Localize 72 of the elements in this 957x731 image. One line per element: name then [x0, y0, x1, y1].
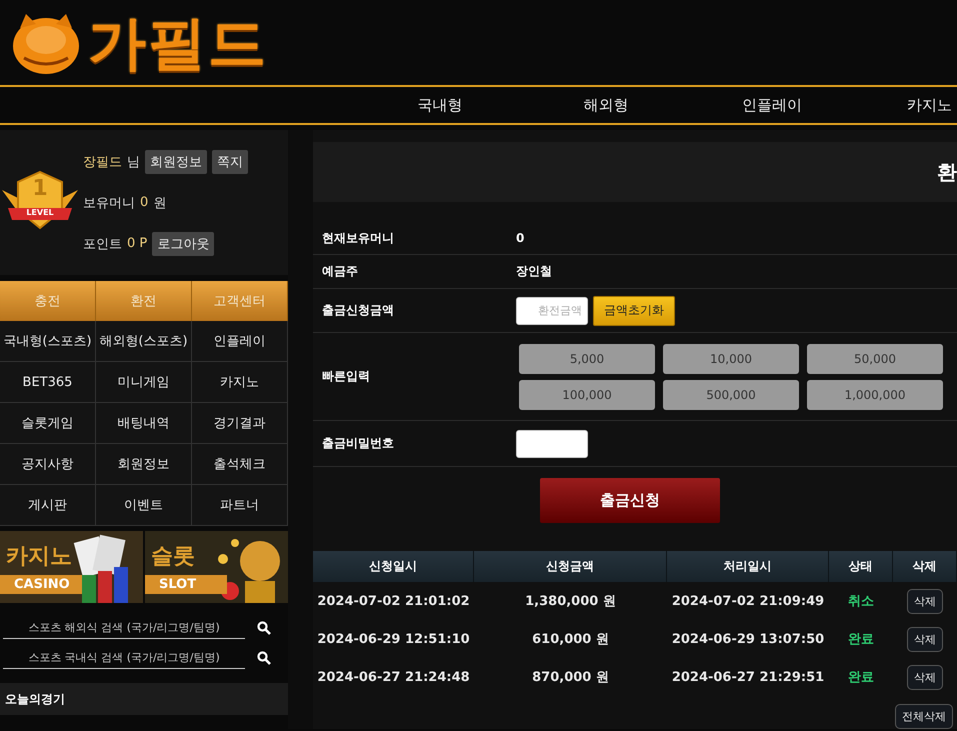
point-value: 0 P	[127, 236, 148, 251]
money-label: 보유머니	[83, 194, 135, 212]
menu-item[interactable]: 슬롯게임	[0, 403, 96, 444]
banner-title[interactable]: 슬롯	[151, 541, 195, 571]
delete-button[interactable]: 삭제	[907, 626, 943, 652]
search-icon[interactable]	[257, 651, 271, 665]
status-text: 취소	[847, 593, 875, 610]
table-cell-text: 2024-06-29 13:07:50	[670, 632, 826, 646]
delete-button[interactable]: 삭제	[907, 664, 943, 690]
field-label: 현재보유머니	[321, 230, 395, 246]
column-header: 신청금액	[474, 551, 667, 582]
submit-button[interactable]: 출금신청	[540, 478, 720, 523]
nav-item[interactable]: 인플레이	[689, 96, 855, 114]
field-value: 장인철	[516, 263, 552, 280]
table-cell-text: 2024-06-27 21:24:48	[316, 670, 471, 684]
status-text: 완료	[847, 669, 875, 686]
field-label: 예금주	[321, 263, 359, 280]
menu-item[interactable]: 해외형(스포츠)	[96, 321, 192, 362]
money-value: 0	[140, 195, 148, 210]
logout-button[interactable]: 로그아웃	[152, 232, 214, 256]
search-icon[interactable]	[257, 621, 271, 635]
quick-amount-button[interactable]: 10,000	[663, 344, 799, 374]
password-field[interactable]	[516, 430, 588, 458]
quick-amount-button[interactable]: 100,000	[519, 380, 655, 410]
menu-item[interactable]: 미니게임	[96, 362, 192, 403]
column-header: 상태	[829, 551, 893, 582]
logo[interactable]: 가필드	[88, 14, 268, 72]
menu-item[interactable]: 이벤트	[96, 485, 192, 526]
menu-item[interactable]: 공지사항	[0, 444, 96, 485]
banner-title[interactable]: 카지노	[6, 541, 72, 571]
menu-item[interactable]: 배팅내역	[96, 403, 192, 444]
page-title: 환	[937, 158, 957, 186]
table-cell-text: 1,380,000 원	[524, 593, 617, 610]
column-header: 신청일시	[313, 551, 474, 582]
table-cell-text: 870,000 원	[531, 669, 610, 686]
reset-amount-button[interactable]: 금액초기화	[593, 296, 675, 326]
nav-item[interactable]: 카지노	[907, 96, 952, 114]
table-cell-text: 2024-07-02 21:01:02	[316, 594, 471, 608]
nav-item[interactable]: 국내형	[357, 96, 523, 114]
level-badge: 1 LEVEL	[0, 168, 80, 238]
status-text: 완료	[847, 631, 875, 648]
quick-amount-button[interactable]: 500,000	[663, 380, 799, 410]
field-label: 출금비밀번호	[321, 435, 395, 452]
table-cell-text: 610,000 원	[531, 631, 610, 648]
menu-item[interactable]: BET365	[0, 362, 96, 403]
amount-field[interactable]: 환전금액	[516, 296, 588, 324]
table-cell-text: 2024-06-29 12:51:10	[316, 632, 471, 646]
user-button[interactable]: 회원정보	[145, 150, 207, 174]
menu-item[interactable]: 회원정보	[96, 444, 192, 485]
column-header: 처리일시	[667, 551, 829, 582]
honorific: 님	[127, 154, 140, 170]
field-label: 빠른입력	[321, 368, 371, 385]
field-label: 출금신청금액	[321, 302, 395, 319]
nav-item[interactable]: 해외형	[523, 96, 689, 114]
delete-button[interactable]: 삭제	[907, 588, 943, 614]
quick-amount-button[interactable]: 5,000	[519, 344, 655, 374]
menu-item[interactable]: 국내형(스포츠)	[0, 321, 96, 362]
table-cell-text: 2024-06-27 21:29:51	[670, 670, 826, 684]
table-cell-text: 2024-07-02 21:09:49	[670, 594, 826, 608]
menu-item[interactable]: 게시판	[0, 485, 96, 526]
money-unit: 원	[153, 194, 166, 212]
search-field[interactable]: 스포츠 국내식 검색 (국가/리그명/팀명)	[3, 647, 245, 669]
search-field[interactable]: 스포츠 해외식 검색 (국가/리그명/팀명)	[3, 617, 245, 639]
section-title: 오늘의경기	[5, 690, 65, 708]
point-label: 포인트	[83, 236, 122, 252]
delete-all-button[interactable]: 전체삭제	[895, 704, 953, 729]
user-name: 장필드	[83, 154, 122, 170]
user-button[interactable]: 쪽지	[212, 150, 248, 174]
quick-amount-button[interactable]: 1,000,000	[807, 380, 943, 410]
quick-amount-button[interactable]: 50,000	[807, 344, 943, 374]
field-value: 0	[516, 231, 524, 245]
column-header: 삭제	[893, 551, 957, 582]
